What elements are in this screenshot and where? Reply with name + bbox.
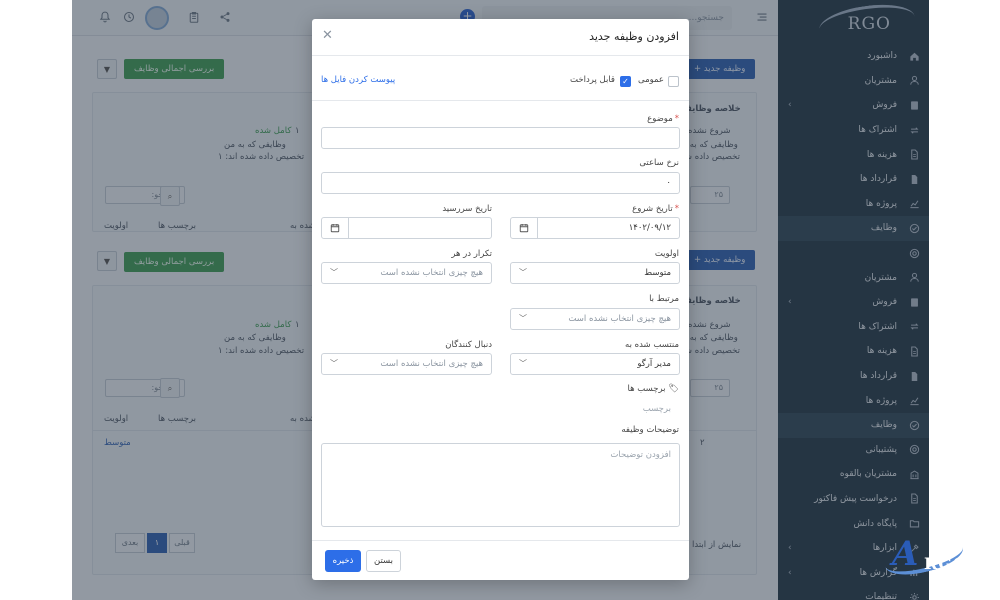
tags-label-text: برچسب ها: [627, 384, 666, 394]
assignees-label: منتسب شده به: [625, 340, 679, 350]
start-date-label-text: تاریخ شروع: [632, 204, 673, 214]
priority-select[interactable]: متوسط ﹀: [510, 262, 680, 284]
chevron-down-icon: ﹀: [330, 268, 338, 277]
brand-letter-a: A: [892, 534, 919, 574]
public-checkbox[interactable]: [668, 76, 679, 87]
modal-header: افزودن وظیفه جدید ✕: [312, 19, 689, 56]
save-button[interactable]: ذخیره: [325, 550, 361, 572]
description-label: توضیحات وظیفه: [621, 425, 679, 435]
tag-icon: 🏷: [668, 384, 679, 394]
billable-label: قابل پرداخت: [570, 75, 615, 85]
repeat-value: هیچ چیزی انتخاب نشده است: [380, 268, 483, 278]
close-icon[interactable]: ✕: [322, 28, 333, 43]
chevron-down-icon: ﹀: [519, 268, 527, 277]
start-date-calendar-icon[interactable]: [510, 217, 538, 239]
hourly-rate-input[interactable]: ۰: [321, 172, 680, 194]
related-label: مرتبط با: [649, 294, 679, 304]
attach-files-link[interactable]: پیوست کردن فایل ها: [321, 75, 395, 85]
related-value: هیچ چیزی انتخاب نشده است: [568, 314, 671, 324]
assignees-value: مدیر آرگو: [637, 359, 671, 369]
brand-text: RGO: [924, 554, 968, 573]
start-date-label: *تاریخ شروع: [632, 204, 679, 214]
app-viewport: + جستجو... + وظیفه جدید بررسی اجمالی وظا…: [72, 0, 929, 600]
billable-checkbox[interactable]: ✓: [620, 76, 631, 87]
priority-value: متوسط: [644, 268, 671, 278]
required-mark: *: [674, 114, 679, 124]
description-textarea[interactable]: افزودن توضیحات: [321, 443, 680, 527]
brand-crm: CRM: [959, 576, 975, 584]
assignees-select[interactable]: مدیر آرگو ﹀: [510, 353, 680, 375]
subject-label-text: موضوع: [647, 114, 673, 124]
repeat-select[interactable]: هیچ چیزی انتخاب نشده است ﹀: [321, 262, 492, 284]
priority-label: اولویت: [654, 249, 679, 259]
repeat-label: تکرار در هر: [451, 249, 492, 259]
hourly-rate-label: نرخ ساعتی: [639, 158, 679, 168]
modal-title: افزودن وظیفه جدید: [589, 30, 679, 43]
related-select[interactable]: هیچ چیزی انتخاب نشده است ﹀: [510, 308, 680, 330]
followers-value: هیچ چیزی انتخاب نشده است: [380, 359, 483, 369]
add-task-modal: افزودن وظیفه جدید ✕ عمومی ✓ قابل پرداخت …: [312, 19, 689, 580]
followers-select[interactable]: هیچ چیزی انتخاب نشده است ﹀: [321, 353, 492, 375]
subject-input[interactable]: [321, 127, 680, 149]
followers-label: دنبال کنندگان: [445, 340, 492, 350]
tags-label: 🏷 برچسب ها: [627, 384, 679, 394]
due-date-label: تاریخ سررسید: [442, 204, 492, 214]
tags-input[interactable]: برچسب: [643, 404, 671, 414]
start-date-input[interactable]: ۱۴۰۲/۰۹/۱۲: [537, 217, 680, 239]
brand-watermark: A RGO CRM: [880, 528, 990, 594]
chevron-down-icon: ﹀: [519, 359, 527, 368]
chevron-down-icon: ﹀: [330, 359, 338, 368]
close-button[interactable]: بستن: [366, 550, 401, 572]
modal-divider-bottom: [312, 540, 689, 541]
due-date-input[interactable]: [348, 217, 492, 239]
subject-label: *موضوع: [647, 114, 679, 124]
required-mark-2: *: [674, 204, 679, 214]
public-label: عمومی: [637, 75, 664, 85]
due-date-calendar-icon[interactable]: [321, 217, 349, 239]
modal-divider-top: [312, 100, 689, 101]
chevron-down-icon: ﹀: [519, 314, 527, 323]
